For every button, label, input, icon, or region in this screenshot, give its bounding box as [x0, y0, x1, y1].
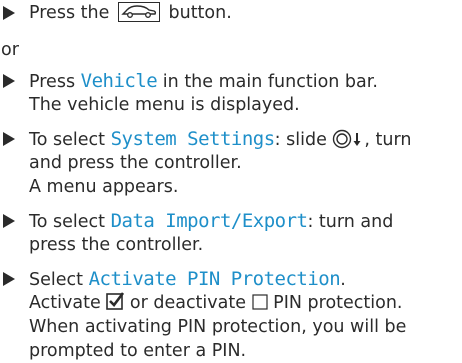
keyword-activate-pin-protection: Activate PIN Protection	[88, 268, 341, 290]
step-bullet-arrow	[3, 214, 15, 228]
controller-slide-down-icon	[332, 129, 364, 155]
or-label: or	[1, 40, 19, 60]
step-text: button.	[168, 3, 232, 23]
step-text: Select	[29, 270, 83, 290]
step-select-activate-pin: Select Activate PIN Protection.	[29, 268, 346, 291]
keyword-data-import-export: Data Import/Export	[110, 210, 308, 232]
step-press-vehicle: Press Vehicle in the main function bar.	[29, 70, 378, 93]
checkbox-unchecked-icon	[251, 294, 268, 316]
keyword-system-settings: System Settings	[110, 128, 276, 150]
keyword-vehicle: Vehicle	[80, 70, 158, 92]
step-text: Press	[29, 72, 76, 92]
step-text: To select	[29, 130, 105, 150]
instruction-page: Press the button. or Press Vehicle in th…	[0, 0, 462, 363]
step-text: Press the	[29, 3, 110, 23]
step-text: or deactivate	[129, 293, 246, 313]
step-text: press the controller.	[29, 235, 204, 255]
step-text: .	[340, 270, 346, 290]
step-text: : turn and	[307, 212, 394, 232]
car-icon	[117, 2, 160, 22]
step-text: When activating PIN protection, you will…	[29, 317, 407, 337]
step-bullet-arrow	[3, 132, 15, 146]
step-press-car-button: Press the button.	[29, 2, 232, 24]
step-bullet-arrow	[3, 272, 15, 286]
step-select-system-settings: To select System Settings: slide , turn	[29, 128, 411, 155]
step-text: PIN protection.	[273, 293, 403, 313]
step-text: , turn	[364, 130, 412, 150]
step-text: Activate	[29, 293, 101, 313]
step-result: A menu appears.	[29, 177, 179, 197]
step-text: : slide	[274, 130, 327, 150]
step-text: prompted to enter a PIN.	[29, 341, 247, 361]
step-select-data-import-export: To select Data Import/Export: turn and	[29, 210, 393, 233]
step-text: and press the controller.	[29, 153, 242, 173]
step-bullet-arrow	[3, 74, 15, 88]
step-bullet-arrow	[3, 6, 15, 20]
step-result: The vehicle menu is displayed.	[29, 95, 300, 115]
step-text: in the main function bar.	[162, 72, 378, 92]
checkbox-checked-icon	[106, 292, 125, 316]
step-text: To select	[29, 212, 105, 232]
step-activate-deactivate: Activate or deactivate PIN protection.	[29, 292, 402, 316]
